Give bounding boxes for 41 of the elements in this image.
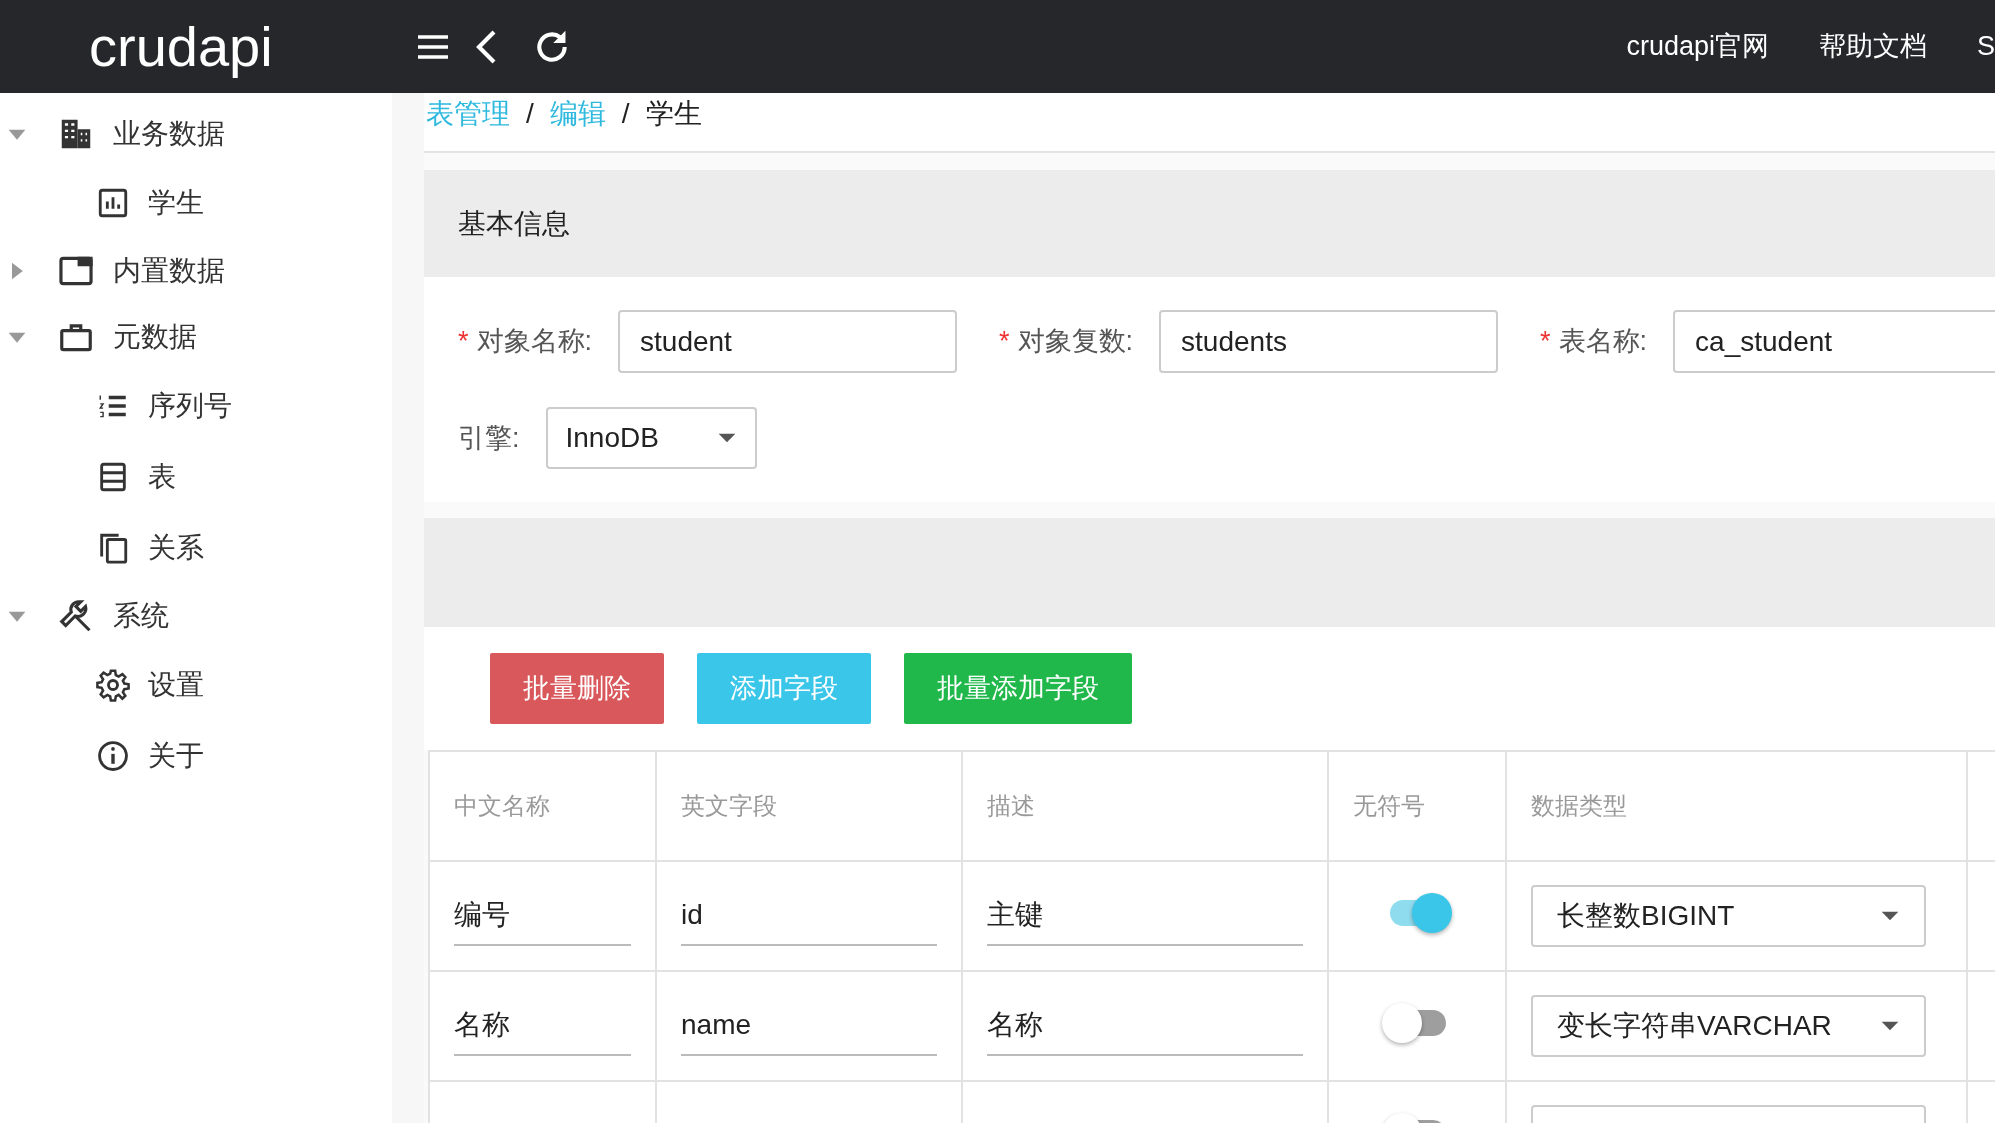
- required-mark: *: [999, 325, 1010, 359]
- column-header: 无符号: [1328, 751, 1506, 861]
- section-title: 基本信息: [458, 206, 570, 241]
- input-field[interactable]: ca_student: [1673, 310, 1995, 373]
- input-field[interactable]: students: [1159, 310, 1499, 373]
- select-field[interactable]: InnoDB: [545, 407, 757, 469]
- field-label: 对象复数:: [1017, 325, 1134, 359]
- select-field[interactable]: 长整数BIGINT: [1531, 885, 1926, 947]
- required-mark: *: [458, 325, 469, 359]
- select-value: InnoDB: [565, 421, 659, 455]
- field-label: 对象名称:: [476, 325, 593, 359]
- gear-icon: [96, 667, 130, 702]
- sidebar-item[interactable]: 系统: [113, 595, 169, 637]
- column-header: 中文名称: [429, 751, 656, 861]
- required-mark: *: [1540, 325, 1551, 359]
- nav-link[interactable]: crudapi官网: [1626, 26, 1769, 67]
- select-field[interactable]: 变长字符串VARCHAR: [1531, 995, 1926, 1057]
- breadcrumb-separator: /: [526, 97, 534, 131]
- info-icon: [96, 738, 130, 773]
- sidebar-item[interactable]: 元数据: [113, 316, 197, 358]
- field-label: 表名称:: [1558, 325, 1648, 359]
- column-header: 英文字段: [656, 751, 962, 861]
- sidebar-item[interactable]: 业务数据: [113, 113, 225, 155]
- select-value: 长整数BIGINT: [1557, 899, 1735, 933]
- sidebar-item[interactable]: 内置数据: [113, 250, 225, 292]
- sidebar-item[interactable]: 设置: [148, 663, 204, 706]
- select-value: 变长字符串VARCHAR: [1557, 1009, 1832, 1043]
- column-header: 数据类型: [1506, 751, 1967, 861]
- field-label: 引擎:: [458, 421, 520, 455]
- column-header: 描述: [962, 751, 1328, 861]
- sidebar-item[interactable]: 关于: [148, 734, 204, 777]
- breadcrumb-separator: /: [621, 97, 630, 131]
- nav-link[interactable]: 帮助文档: [1819, 26, 1927, 67]
- breadcrumb-current: 学生: [645, 97, 702, 131]
- nav-link[interactable]: S: [1977, 26, 1995, 67]
- sidebar-item[interactable]: 关系: [148, 526, 204, 569]
- input-field[interactable]: student: [618, 310, 958, 373]
- action-button[interactable]: 批量删除: [490, 653, 664, 724]
- sidebar-item[interactable]: 表: [148, 455, 176, 498]
- sidebar-item[interactable]: 学生: [148, 181, 204, 224]
- sidebar-item[interactable]: 序列号: [148, 384, 232, 427]
